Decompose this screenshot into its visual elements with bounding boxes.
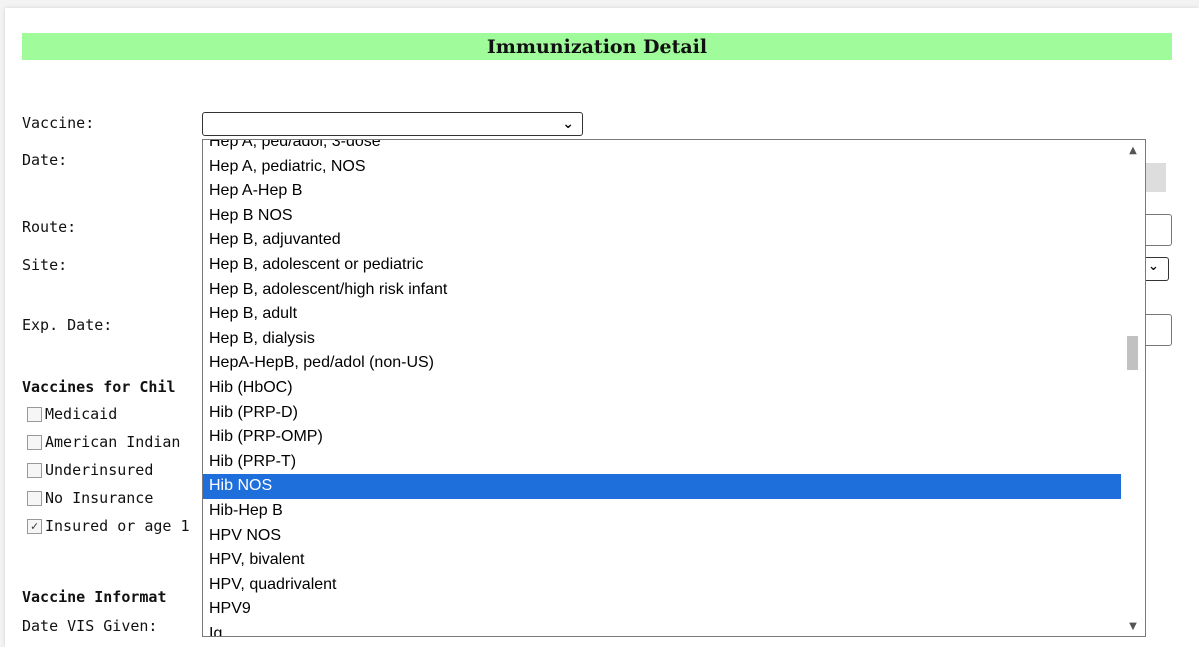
page-title: Immunization Detail: [22, 33, 1172, 60]
dropdown-option[interactable]: Hep B, adjuvanted: [203, 228, 1122, 253]
vaccine-select[interactable]: ⌄: [202, 112, 583, 136]
dropdown-option[interactable]: Hib (PRP-T): [203, 450, 1122, 475]
checkbox-label: Insured or age 1: [45, 517, 190, 535]
dropdown-option[interactable]: Hep A, pediatric, NOS: [203, 155, 1122, 180]
dropdown-option[interactable]: Hep B, adolescent/high risk infant: [203, 278, 1122, 303]
date-label: Date:: [22, 151, 68, 169]
dropdown-option[interactable]: Hib (PRP-OMP): [203, 425, 1122, 450]
dropdown-option[interactable]: Hib (HbOC): [203, 376, 1122, 401]
chevron-down-icon: ⌄: [1148, 259, 1159, 274]
chevron-down-icon: ⌄: [562, 116, 574, 132]
dropdown-option[interactable]: HPV9: [203, 597, 1122, 622]
dropdown-option[interactable]: Ig: [203, 622, 1122, 636]
vis-section-heading: Vaccine Informat: [22, 588, 167, 606]
dropdown-options: Hep A, ped/adol, 3-dose Hep A, pediatric,…: [203, 140, 1122, 636]
dropdown-option[interactable]: Hep B, adult: [203, 302, 1122, 327]
dropdown-option[interactable]: Hep B, adolescent or pediatric: [203, 253, 1122, 278]
checkbox-label: American Indian: [45, 433, 181, 451]
dropdown-option[interactable]: Hib (PRP-D): [203, 401, 1122, 426]
checkbox[interactable]: [27, 490, 42, 506]
vfc-option-medicaid[interactable]: Medicaid: [27, 405, 117, 423]
vfc-section-heading: Vaccines for Chil: [22, 378, 176, 396]
dropdown-scrollbar[interactable]: ▲ ▼: [1121, 140, 1145, 636]
checkbox-checked[interactable]: ✓: [27, 518, 42, 534]
checkbox-label: Underinsured: [45, 461, 154, 479]
vfc-option-no-insurance[interactable]: No Insurance: [27, 489, 153, 507]
dropdown-option[interactable]: Hep B NOS: [203, 204, 1122, 229]
checkbox-label: Medicaid: [45, 405, 118, 423]
dropdown-option[interactable]: HepA-HepB, ped/adol (non-US): [203, 351, 1122, 376]
scrollbar-thumb[interactable]: [1127, 336, 1138, 370]
route-label: Route:: [22, 218, 77, 236]
checkbox-label: No Insurance: [45, 489, 154, 507]
dropdown-option[interactable]: Hep B, dialysis: [203, 327, 1122, 352]
vfc-option-insured[interactable]: ✓ Insured or age 1: [27, 517, 190, 535]
date-field-edge: [1146, 163, 1166, 192]
exp-date-label: Exp. Date:: [22, 316, 113, 334]
dropdown-option[interactable]: Hib NOS: [203, 474, 1122, 499]
dropdown-option[interactable]: HPV NOS: [203, 524, 1122, 549]
scroll-down-icon[interactable]: ▼: [1121, 616, 1145, 636]
dropdown-option[interactable]: Hep A, ped/adol, 3-dose: [203, 140, 1122, 155]
vaccine-dropdown-list[interactable]: Hep A, ped/adol, 3-dose Hep A, pediatric,…: [202, 139, 1146, 637]
dropdown-option[interactable]: Hib-Hep B: [203, 499, 1122, 524]
site-label: Site:: [22, 256, 68, 274]
dropdown-option[interactable]: HPV, bivalent: [203, 548, 1122, 573]
check-icon: ✓: [30, 519, 39, 533]
date-vis-given-label: Date VIS Given:: [22, 617, 158, 635]
exp-date-field-edge[interactable]: [1146, 314, 1172, 346]
checkbox[interactable]: [27, 462, 42, 478]
dropdown-option[interactable]: HPV, quadrivalent: [203, 573, 1122, 598]
site-select-edge[interactable]: ⌄: [1146, 257, 1169, 281]
scroll-up-icon[interactable]: ▲: [1121, 140, 1145, 160]
vaccine-label: Vaccine:: [22, 114, 95, 132]
route-field-edge[interactable]: [1146, 214, 1172, 246]
vfc-option-american-indian[interactable]: American Indian: [27, 433, 180, 451]
vfc-option-underinsured[interactable]: Underinsured: [27, 461, 153, 479]
dropdown-option[interactable]: Hep A-Hep B: [203, 179, 1122, 204]
checkbox[interactable]: [27, 406, 42, 422]
checkbox[interactable]: [27, 434, 42, 450]
